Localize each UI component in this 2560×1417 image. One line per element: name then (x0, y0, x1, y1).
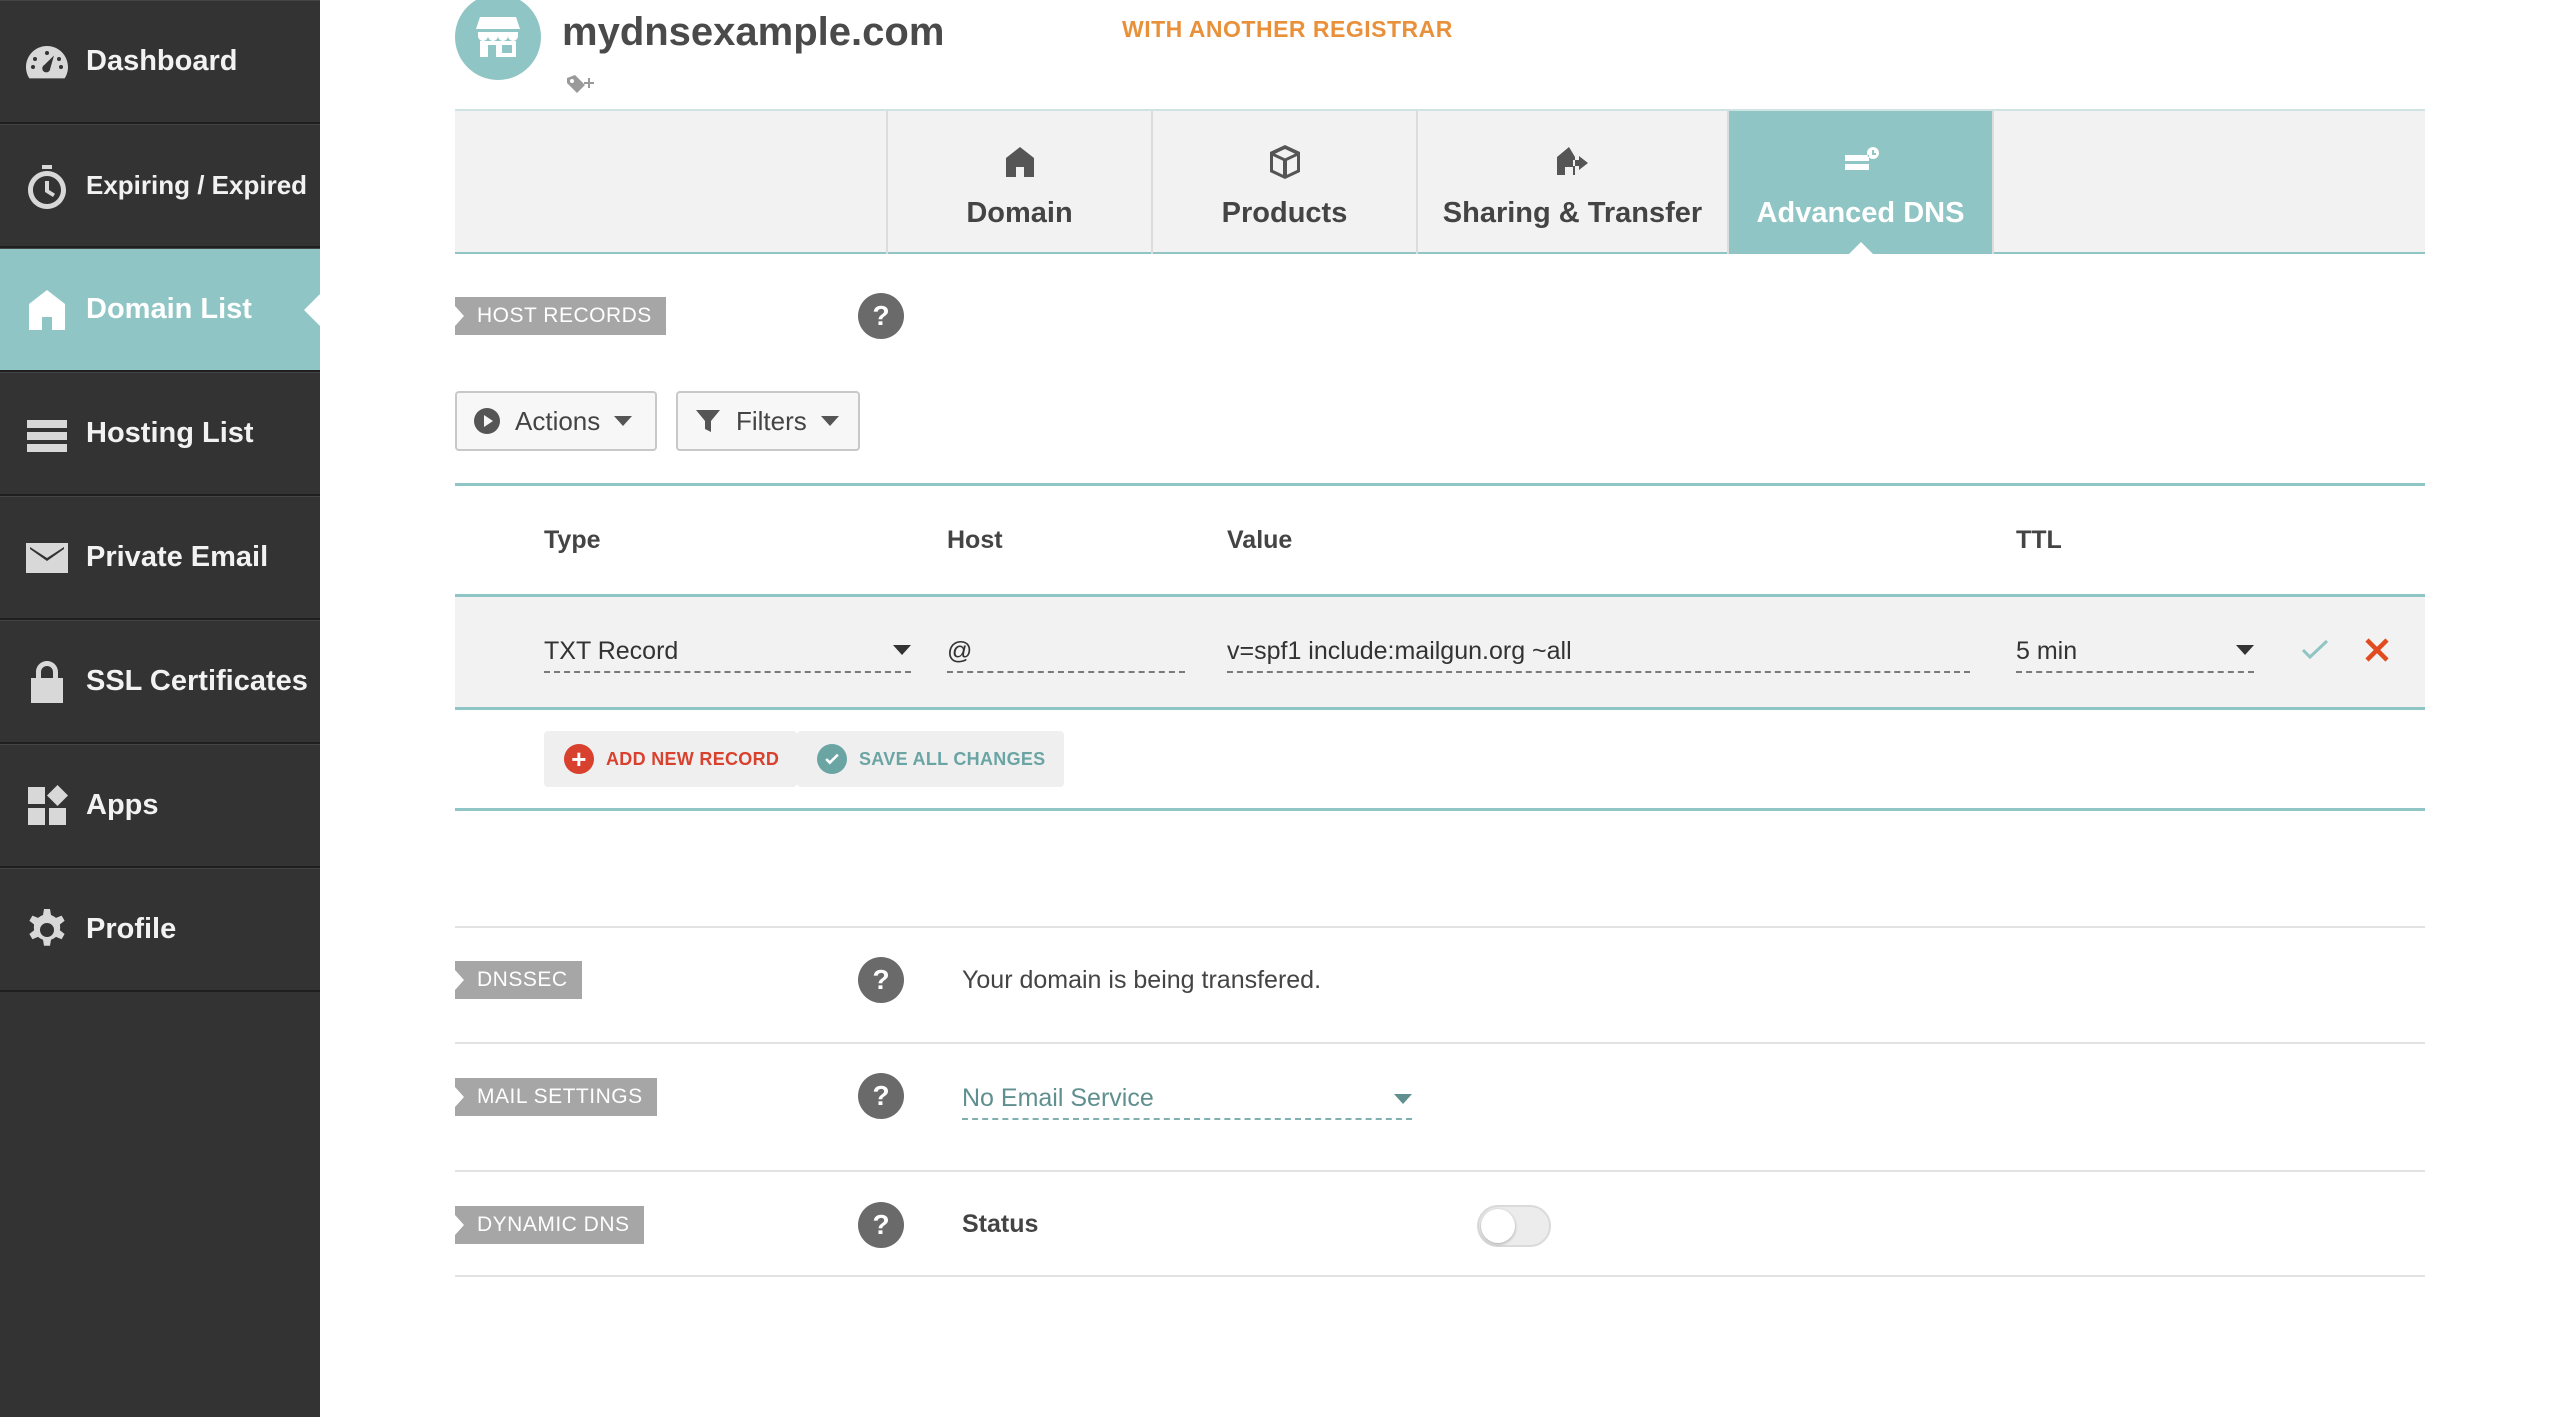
chevron-down-icon (1394, 1094, 1412, 1104)
sidebar-item-hosting-list[interactable]: Hosting List (0, 372, 320, 496)
add-tag-icon[interactable] (565, 74, 595, 98)
domain-tabs: Domain Products Sharing & Transfer Advan… (455, 109, 2425, 256)
column-header-value: Value (1227, 526, 1293, 554)
dns-server-icon (1842, 143, 1880, 187)
dnssec-help-icon[interactable]: ? (858, 957, 904, 1003)
sidebar-item-label: Dashboard (86, 45, 238, 77)
chevron-down-icon (820, 416, 839, 426)
filter-icon (696, 410, 720, 432)
dynamic-dns-help-icon[interactable]: ? (858, 1202, 904, 1248)
sidebar-item-label: Expiring / Expired (86, 170, 308, 200)
actions-label: Actions (515, 405, 601, 436)
dnssec-label[interactable]: DNSSEC (455, 961, 582, 999)
sidebar-item-label: Profile (86, 913, 177, 945)
mail-service-value: No Email Service (962, 1083, 1154, 1112)
column-header-type: Type (544, 526, 601, 554)
table-row: TXT Record @ v=spf1 include:mailgun.org … (455, 594, 2425, 710)
domain-avatar (455, 0, 541, 80)
envelope-icon (22, 533, 72, 583)
actions-dropdown-button[interactable]: Actions (455, 391, 657, 451)
tab-label: Advanced DNS (1756, 197, 1965, 229)
sidebar-item-dashboard[interactable]: Dashboard (0, 0, 320, 124)
timer-icon (22, 161, 72, 211)
tab-advanced-dns[interactable]: Advanced DNS (1727, 111, 1992, 256)
save-all-changes-label: SAVE ALL CHANGES (859, 748, 1046, 769)
gear-icon (22, 905, 72, 955)
filters-dropdown-button[interactable]: Filters (676, 391, 860, 451)
sidebar-item-label: SSL Certificates (86, 665, 308, 697)
tab-domain[interactable]: Domain (886, 111, 1151, 254)
host-records-label[interactable]: HOST RECORDS (455, 297, 666, 335)
apps-grid-icon (22, 781, 72, 831)
add-new-record-button[interactable]: + ADD NEW RECORD (544, 731, 798, 787)
tab-label: Domain (966, 197, 1073, 229)
tab-label: Sharing & Transfer (1442, 197, 1703, 229)
lock-icon (22, 657, 72, 707)
section-divider (455, 1170, 2425, 1172)
sidebar-item-private-email[interactable]: Private Email (0, 496, 320, 620)
record-ttl-select[interactable]: 5 min (2016, 631, 2254, 673)
dynamic-dns-label[interactable]: DYNAMIC DNS (455, 1206, 644, 1244)
box-icon (1266, 143, 1304, 187)
filters-label: Filters (736, 405, 807, 436)
sidebar-item-label: Domain List (86, 293, 252, 325)
mail-service-select[interactable]: No Email Service (962, 1078, 1412, 1120)
domain-name: mydnsexample.com (562, 10, 945, 54)
section-divider (455, 1042, 2425, 1044)
chevron-down-icon (893, 645, 911, 655)
sidebar-item-expiring[interactable]: Expiring / Expired (0, 124, 320, 248)
chevron-down-icon (614, 416, 633, 426)
dynamic-dns-toggle[interactable] (1477, 1205, 1551, 1247)
record-host-value: @ (947, 636, 973, 665)
record-type-select[interactable]: TXT Record (544, 631, 911, 673)
play-circle-icon (474, 408, 500, 434)
sidebar-item-apps[interactable]: Apps (0, 744, 320, 868)
tab-label: Products (1221, 197, 1348, 229)
transfer-icon (1554, 143, 1592, 187)
sidebar-item-domain-list[interactable]: Domain List (0, 248, 320, 372)
main-content: mydnsexample.com WITH ANOTHER REGISTRAR … (320, 0, 2560, 1417)
column-header-host: Host (947, 526, 1003, 554)
toggle-knob (1481, 1209, 1515, 1243)
home-icon (22, 285, 72, 335)
sidebar-item-ssl-certificates[interactable]: SSL Certificates (0, 620, 320, 744)
tab-products[interactable]: Products (1151, 111, 1416, 254)
chevron-down-icon (2236, 645, 2254, 655)
delete-record-x-icon[interactable] (2360, 633, 2394, 667)
registrar-badge: WITH ANOTHER REGISTRAR (1122, 16, 1453, 42)
sidebar: Dashboard Expiring / Expired Domain List… (0, 0, 320, 1417)
storefront-icon (476, 17, 520, 57)
sidebar-item-label: Apps (86, 789, 159, 821)
record-host-input[interactable]: @ (947, 631, 1185, 673)
tab-divider (1992, 111, 1994, 254)
server-icon (22, 409, 72, 459)
host-records-table: Type Host Value TTL TXT Record @ v=spf1 … (455, 483, 2425, 811)
record-value-input[interactable]: v=spf1 include:mailgun.org ~all (1227, 631, 1970, 673)
sidebar-item-label: Hosting List (86, 417, 254, 449)
sidebar-item-profile[interactable]: Profile (0, 868, 320, 992)
section-divider (455, 926, 2425, 928)
save-record-check-icon[interactable] (2298, 633, 2332, 667)
dynamic-dns-status-label: Status (962, 1210, 1039, 1238)
column-header-ttl: TTL (2016, 526, 2062, 554)
sidebar-item-label: Private Email (86, 541, 269, 573)
tab-sharing-transfer[interactable]: Sharing & Transfer (1416, 111, 1727, 254)
save-all-changes-button[interactable]: SAVE ALL CHANGES (797, 731, 1064, 787)
plus-circle-icon: + (564, 744, 594, 774)
record-ttl-value: 5 min (2016, 636, 2078, 665)
dnssec-status-text: Your domain is being transfered. (962, 966, 1322, 994)
speedometer-icon (22, 37, 72, 87)
record-type-value: TXT Record (544, 636, 679, 665)
section-divider (455, 1275, 2425, 1277)
home-icon (1001, 143, 1039, 187)
host-records-help-icon[interactable]: ? (858, 293, 904, 339)
check-circle-icon (817, 744, 847, 774)
mail-settings-label[interactable]: MAIL SETTINGS (455, 1078, 657, 1116)
record-value-text: v=spf1 include:mailgun.org ~all (1227, 636, 1572, 665)
mail-settings-help-icon[interactable]: ? (858, 1073, 904, 1119)
add-new-record-label: ADD NEW RECORD (606, 748, 780, 769)
